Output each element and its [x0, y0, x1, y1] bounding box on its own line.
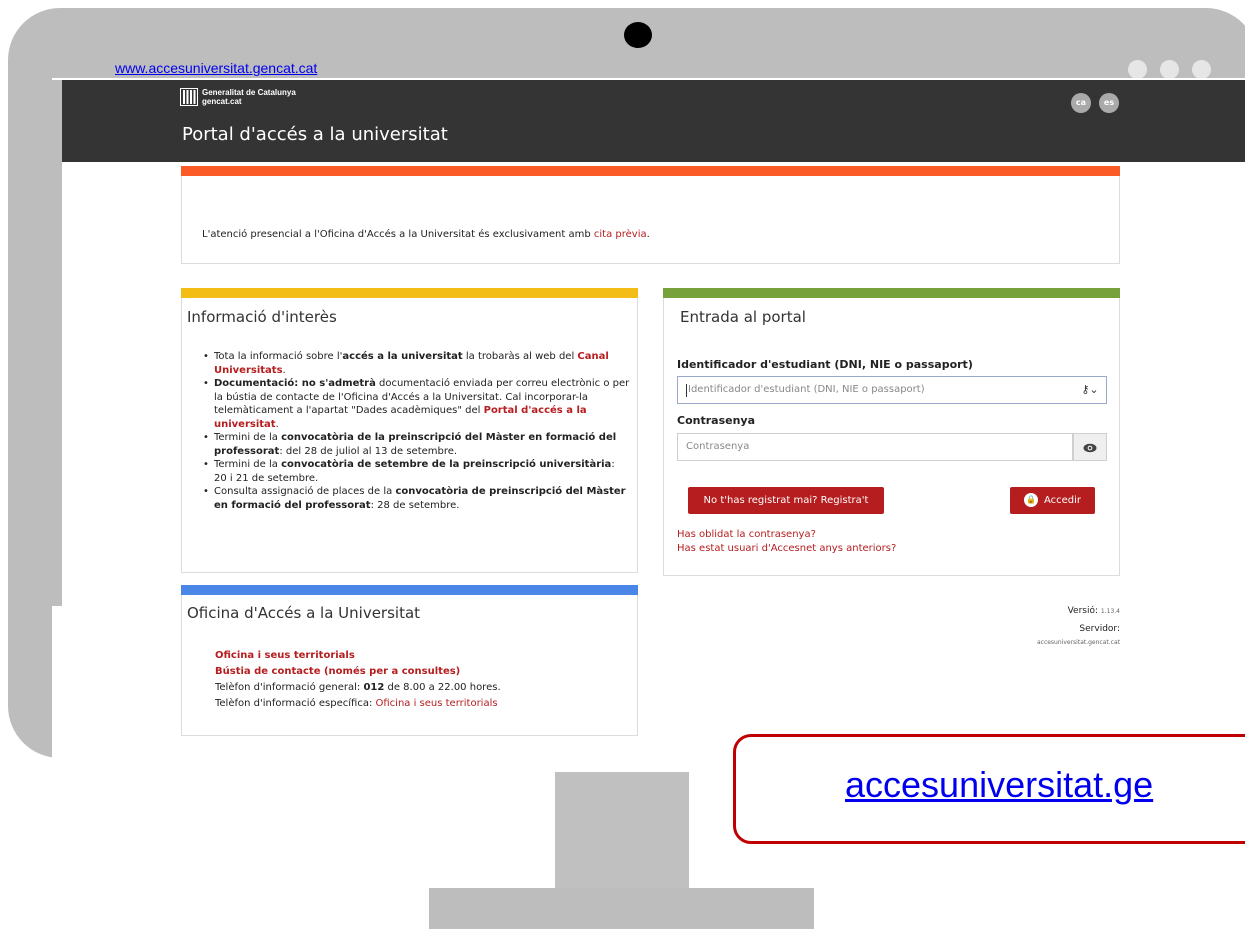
language-es-button[interactable]: es	[1099, 93, 1119, 113]
office-color-bar	[181, 585, 638, 595]
screen-left-strip	[52, 80, 62, 606]
eye-icon-glyph	[1083, 443, 1097, 452]
address-url[interactable]: www.accesuniversitat.gencat.cat	[115, 60, 317, 76]
window-dot-icon	[1160, 60, 1179, 79]
list-item: Consulta assignació de places de la conv…	[203, 485, 630, 512]
eye-icon[interactable]	[1073, 433, 1107, 461]
login-button-label: Accedir	[1043, 495, 1082, 506]
login-button[interactable]: 🔒 Accedir	[1010, 487, 1095, 514]
phone-specific: Telèfon d'informació específica: Oficina…	[215, 698, 498, 709]
phone-general: Telèfon d'informació general: 012 de 8.0…	[215, 682, 501, 693]
text-caret	[686, 384, 687, 397]
lock-icon: 🔒	[1023, 493, 1038, 507]
office-territorial-link-2[interactable]: Oficina i seus territorials	[376, 698, 498, 709]
page-title: Portal d'accés a la universitat	[182, 124, 448, 145]
login-title: Entrada al portal	[680, 308, 806, 326]
notice-panel: L'atenció presencial a l'Oficina d'Accés…	[181, 166, 1120, 264]
window-dot-icon	[1192, 60, 1211, 79]
password-input[interactable]: Contrasenya	[677, 433, 1073, 461]
key-icon[interactable]: ⚷⌄	[1074, 377, 1106, 405]
student-id-placeholder: Identificador d'estudiant (DNI, NIE o pa…	[688, 384, 925, 395]
monitor-stand-base	[429, 888, 814, 929]
office-title: Oficina d'Accés a la Universitat	[187, 604, 421, 622]
info-list: Tota la informació sobre l'accés a la un…	[203, 350, 630, 512]
gencat-logo-icon	[180, 88, 198, 106]
list-item: Termini de la convocatòria de la preinsc…	[203, 431, 630, 458]
student-id-label: Identificador d'estudiant (DNI, NIE o pa…	[677, 358, 973, 371]
version-info: Versió: 1.13.4	[1067, 606, 1120, 616]
list-item: Termini de la convocatòria de setembre d…	[203, 458, 630, 485]
url-callout: accesuniversitat.ge	[733, 734, 1245, 844]
password-placeholder: Contrasenya	[686, 441, 750, 452]
language-ca-button[interactable]: ca	[1071, 93, 1091, 113]
list-item: Documentació: no s'admetrà documentació …	[203, 377, 630, 431]
window-dot-icon	[1128, 60, 1147, 79]
stage: www.accesuniversitat.gencat.cat Generali…	[0, 0, 1245, 929]
office-details: Oficina i seus territorials Bústia de co…	[215, 648, 501, 712]
office-territorial-link[interactable]: Oficina i seus territorials	[215, 650, 355, 661]
info-title: Informació d'interès	[187, 308, 337, 326]
server-label: Servidor:	[1079, 624, 1120, 634]
notice-text: L'atenció presencial a l'Oficina d'Accés…	[202, 229, 650, 240]
forgot-password-link[interactable]: Has oblidat la contrasenya?	[677, 529, 816, 540]
student-id-input[interactable]: Identificador d'estudiant (DNI, NIE o pa…	[677, 376, 1107, 404]
password-label: Contrasenya	[677, 414, 755, 427]
gencat-name[interactable]: Generalitat de Catalunya gencat.cat	[202, 88, 296, 106]
callout-url-link[interactable]: accesuniversitat.ge	[845, 764, 1153, 806]
notice-color-bar	[181, 166, 1120, 176]
info-color-bar	[181, 288, 638, 298]
previous-user-link[interactable]: Has estat usuari d'Accesnet anys anterio…	[677, 543, 896, 554]
webcam-icon	[624, 22, 652, 48]
site-header: Generalitat de Catalunya gencat.cat Port…	[62, 80, 1245, 162]
server-value: accesuniversitat.gencat.cat	[1036, 639, 1120, 646]
contact-mailbox-link[interactable]: Bústia de contacte (només per a consulte…	[215, 666, 460, 677]
appointment-link[interactable]: cita prèvia	[594, 229, 647, 240]
login-color-bar	[663, 288, 1120, 298]
list-item: Tota la informació sobre l'accés a la un…	[203, 350, 630, 377]
register-button[interactable]: No t'has registrat mai? Registra't	[688, 487, 884, 514]
